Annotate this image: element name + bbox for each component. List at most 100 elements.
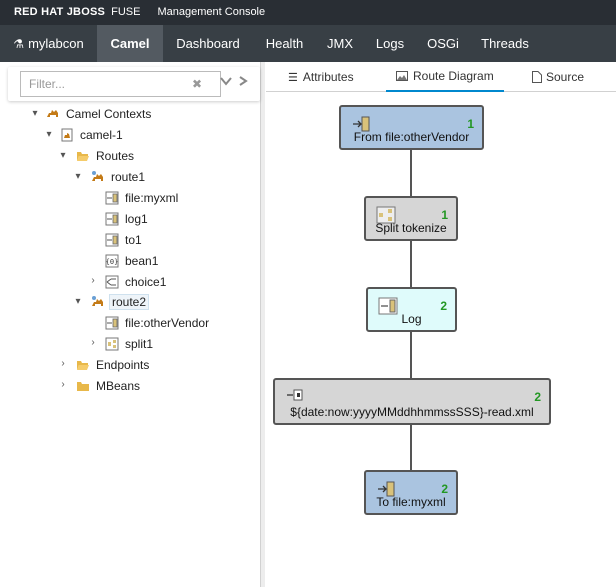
exchange-count: 2 (534, 390, 541, 404)
brand-bar: RED HAT JBOSS FUSE Management Console (0, 0, 616, 25)
tab-route-diagram[interactable]: Route Diagram (386, 62, 504, 92)
tab-label-attributes: Attributes (302, 70, 354, 84)
bean-icon: {0} (105, 254, 119, 267)
nav-label-logs: Logs (375, 36, 405, 51)
chevron-right-icon[interactable]: › (58, 358, 68, 369)
tree-label: file:otherVendor (125, 315, 210, 330)
chevron-down-icon[interactable]: ▾ (30, 108, 40, 119)
tab-attributes[interactable]: ☰ Attributes (288, 62, 354, 92)
chevron-right-icon[interactable]: › (58, 379, 68, 390)
tree-label: choice1 (125, 274, 167, 289)
tree-node-camel-1[interactable]: camel-1 (60, 126, 125, 143)
set-header-icon (287, 389, 303, 401)
chevron-right-icon[interactable]: › (88, 275, 98, 286)
collapse-all-icon[interactable] (238, 75, 250, 87)
log-icon (105, 212, 119, 225)
tab-label-route-diagram: Route Diagram (413, 69, 494, 83)
nav-label-jmx: JMX (327, 36, 353, 51)
tree-label: Routes (96, 148, 135, 163)
nav-item-mylabcon[interactable]: ⚗ mylabcon (0, 25, 97, 62)
node-label: To file:myxml (376, 495, 446, 509)
nav-item-dashboard[interactable]: Dashboard (163, 25, 253, 62)
tree-node-route1[interactable]: route1 (91, 168, 147, 185)
flask-icon: ⚗ (13, 36, 25, 51)
tree-label: MBeans (96, 378, 141, 393)
camel-context-icon (61, 128, 73, 141)
exchange-count: 1 (467, 117, 474, 131)
left-panel: ✖ ▾ Camel Contexts ▾ camel-1 ▾ Routes ▾ … (0, 62, 265, 587)
nav-item-logs[interactable]: Logs (364, 25, 416, 62)
split-icon (105, 337, 119, 350)
tree-label: log1 (125, 211, 148, 226)
nav-item-jmx[interactable]: JMX (316, 25, 364, 62)
tree-label: camel-1 (80, 127, 123, 142)
tree-node-log1[interactable]: log1 (105, 210, 150, 227)
expand-all-icon[interactable] (220, 75, 232, 87)
brand-console: Management Console (157, 6, 266, 18)
folder-icon (77, 381, 89, 391)
tab-source[interactable]: Source (532, 62, 584, 92)
choice-icon (105, 275, 119, 288)
chevron-down-icon[interactable]: ▾ (44, 129, 54, 140)
list-icon: ☰ (288, 71, 298, 84)
nav-item-camel[interactable]: Camel (97, 25, 163, 62)
nav-item-threads[interactable]: Threads (470, 25, 540, 62)
tree-node-routes[interactable]: Routes (76, 147, 136, 164)
tree-node-to1[interactable]: to1 (105, 231, 144, 248)
panel-splitter[interactable] (260, 62, 265, 587)
tree-label: Camel Contexts (66, 106, 152, 121)
tree-label: route2 (109, 293, 150, 310)
route-diagram: 1 From file:otherVendor 1 Split tokenize… (266, 93, 616, 587)
tree-node-endpoints[interactable]: Endpoints (76, 356, 151, 373)
filter-input[interactable] (20, 71, 221, 97)
main-nav: ⚗ mylabcon Camel Dashboard Health JMX Lo… (0, 25, 616, 62)
node-label: Split tokenize (375, 221, 447, 235)
tree-label: Endpoints (96, 357, 150, 372)
tree-node-mbeans[interactable]: MBeans (76, 377, 142, 394)
to-endpoint-icon (105, 233, 119, 246)
nav-label-threads: Threads (481, 36, 529, 51)
route-node-log[interactable]: 2 Log (366, 287, 457, 332)
tree-node-camel-contexts[interactable]: Camel Contexts (46, 105, 153, 122)
tree-label: route1 (111, 169, 146, 184)
camel-icon (47, 109, 58, 117)
tree-node-file-myxml[interactable]: file:myxml (105, 189, 180, 206)
nav-item-health[interactable]: Health (253, 25, 316, 62)
nav-item-osgi[interactable]: OSGi (416, 25, 470, 62)
chevron-down-icon[interactable]: ▾ (73, 296, 83, 307)
chevron-right-icon[interactable]: › (88, 337, 98, 348)
clear-icon[interactable]: ✖ (192, 77, 202, 91)
nav-label-camel: Camel (110, 36, 150, 51)
node-label: From file:otherVendor (353, 130, 470, 144)
chevron-down-icon[interactable]: ▾ (73, 171, 83, 182)
detail-tabs: ☰ Attributes Route Diagram Source (266, 62, 616, 92)
route-node-from[interactable]: 1 From file:otherVendor (339, 105, 484, 150)
tree-label: split1 (125, 336, 154, 351)
nav-label-osgi: OSGi (427, 36, 459, 51)
filter-toolbar: ✖ (8, 67, 260, 101)
route-node-split[interactable]: 1 Split tokenize (364, 196, 458, 241)
nav-label-dashboard: Dashboard (176, 36, 240, 51)
nav-label-mylabcon: mylabcon (28, 36, 84, 51)
endpoint-icon (105, 316, 119, 329)
tree-node-file-othervendor[interactable]: file:otherVendor (105, 314, 211, 331)
node-label: Log (401, 312, 422, 326)
folder-open-icon (77, 360, 89, 370)
nav-label-health: Health (265, 36, 304, 51)
route-icon (92, 295, 103, 306)
picture-icon (396, 71, 408, 81)
tree-node-choice1[interactable]: choice1 (105, 273, 168, 290)
tree-node-route2[interactable]: route2 (91, 293, 150, 310)
node-label: ${date:now:yyyyMMddhhmmssSSS}-read.xml (290, 405, 534, 419)
exchange-count: 1 (441, 208, 448, 222)
tree-node-split1[interactable]: split1 (105, 335, 155, 352)
route-node-to[interactable]: 2 To file:myxml (364, 470, 458, 515)
chevron-down-icon[interactable]: ▾ (58, 150, 68, 161)
tree-node-bean1[interactable]: {0} bean1 (105, 252, 160, 269)
brand-product: FUSE (111, 6, 141, 18)
tree-label: file:myxml (125, 190, 179, 205)
endpoint-icon (105, 191, 119, 204)
route-node-setheader[interactable]: 2 ${date:now:yyyyMMddhhmmssSSS}-read.xml (273, 378, 551, 425)
exchange-count: 2 (441, 482, 448, 496)
tree-label: bean1 (125, 253, 159, 268)
